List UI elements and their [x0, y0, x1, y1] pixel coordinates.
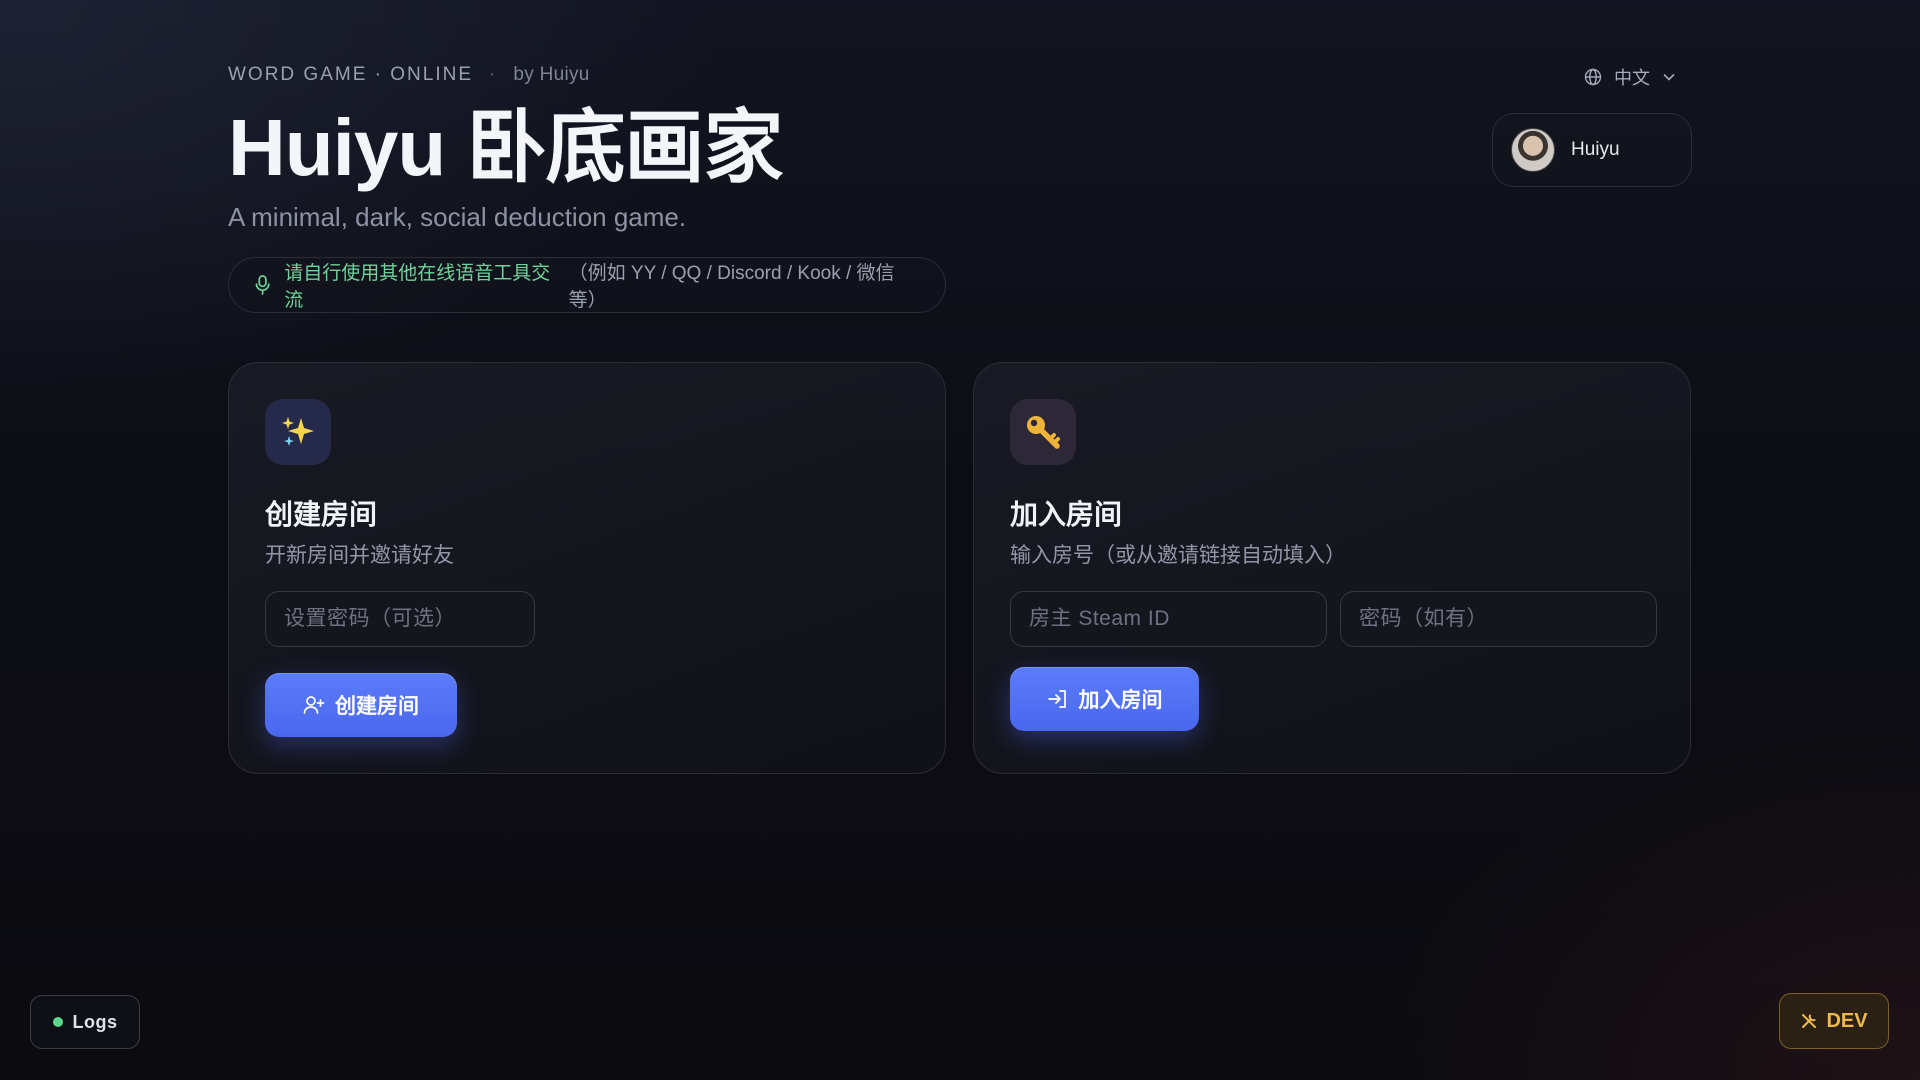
page-subtitle: A minimal, dark, social deduction game.: [228, 202, 687, 232]
create-card-icon-box: [265, 399, 331, 465]
logs-label: Logs: [72, 1011, 118, 1032]
tools-icon: [1802, 1014, 1817, 1028]
main-container: WORD GAME · ONLINE · by Huiyu Huiyu 卧底画家…: [228, 0, 1692, 1080]
join-card-title: 加入房间: [1010, 499, 1123, 530]
dev-label: DEV: [1826, 1009, 1868, 1032]
join-room-button[interactable]: 加入房间: [1010, 667, 1199, 731]
voice-notice: 请自行使用其他在线语音工具交流 （例如 YY / QQ / Discord / …: [228, 257, 946, 313]
join-card-desc: 输入房号（或从邀请链接自动填入）: [1010, 544, 1346, 567]
steam-id-input[interactable]: [1010, 591, 1327, 647]
voice-notice-text: 请自行使用其他在线语音工具交流: [284, 263, 551, 311]
create-room-card: 创建房间 开新房间并邀请好友 创建房间: [228, 362, 946, 774]
microphone-icon: [255, 275, 270, 295]
language-selector[interactable]: 中文: [1584, 64, 1676, 90]
join-password-input[interactable]: [1340, 591, 1657, 647]
language-label: 中文: [1614, 68, 1650, 88]
chevron-down-icon: [1663, 74, 1675, 81]
eyebrow: WORD GAME · ONLINE · by Huiyu: [228, 64, 590, 86]
create-password-input[interactable]: [265, 591, 535, 647]
add-user-icon: [303, 696, 325, 714]
logs-button[interactable]: Logs: [30, 995, 140, 1049]
sparkles-icon: [282, 417, 314, 446]
voice-notice-examples: （例如 YY / QQ / Discord / Kook / 微信 等）: [568, 263, 895, 311]
avatar: [1511, 128, 1555, 172]
user-chip[interactable]: Huiyu: [1492, 113, 1692, 187]
join-room-button-label: 加入房间: [1078, 689, 1163, 712]
login-icon: [1047, 690, 1066, 708]
author-label: by Huiyu: [513, 64, 590, 85]
status-dot: [52, 1017, 63, 1027]
create-card-title: 创建房间: [265, 499, 378, 530]
create-card-desc: 开新房间并邀请好友: [265, 544, 454, 567]
key-icon: [1027, 416, 1060, 449]
user-name: Huiyu: [1571, 139, 1620, 160]
eyebrow-label: WORD GAME · ONLINE: [228, 64, 474, 85]
globe-icon: [1584, 68, 1602, 86]
create-room-button[interactable]: 创建房间: [265, 673, 457, 737]
page-title: Huiyu 卧底画家: [228, 103, 783, 192]
create-room-button-label: 创建房间: [335, 695, 419, 718]
join-card-icon-box: [1010, 399, 1076, 465]
join-room-card: 加入房间 输入房号（或从邀请链接自动填入） 加入房间: [973, 362, 1691, 774]
dev-button[interactable]: DEV: [1779, 993, 1889, 1049]
eyebrow-separator: ·: [489, 64, 498, 85]
